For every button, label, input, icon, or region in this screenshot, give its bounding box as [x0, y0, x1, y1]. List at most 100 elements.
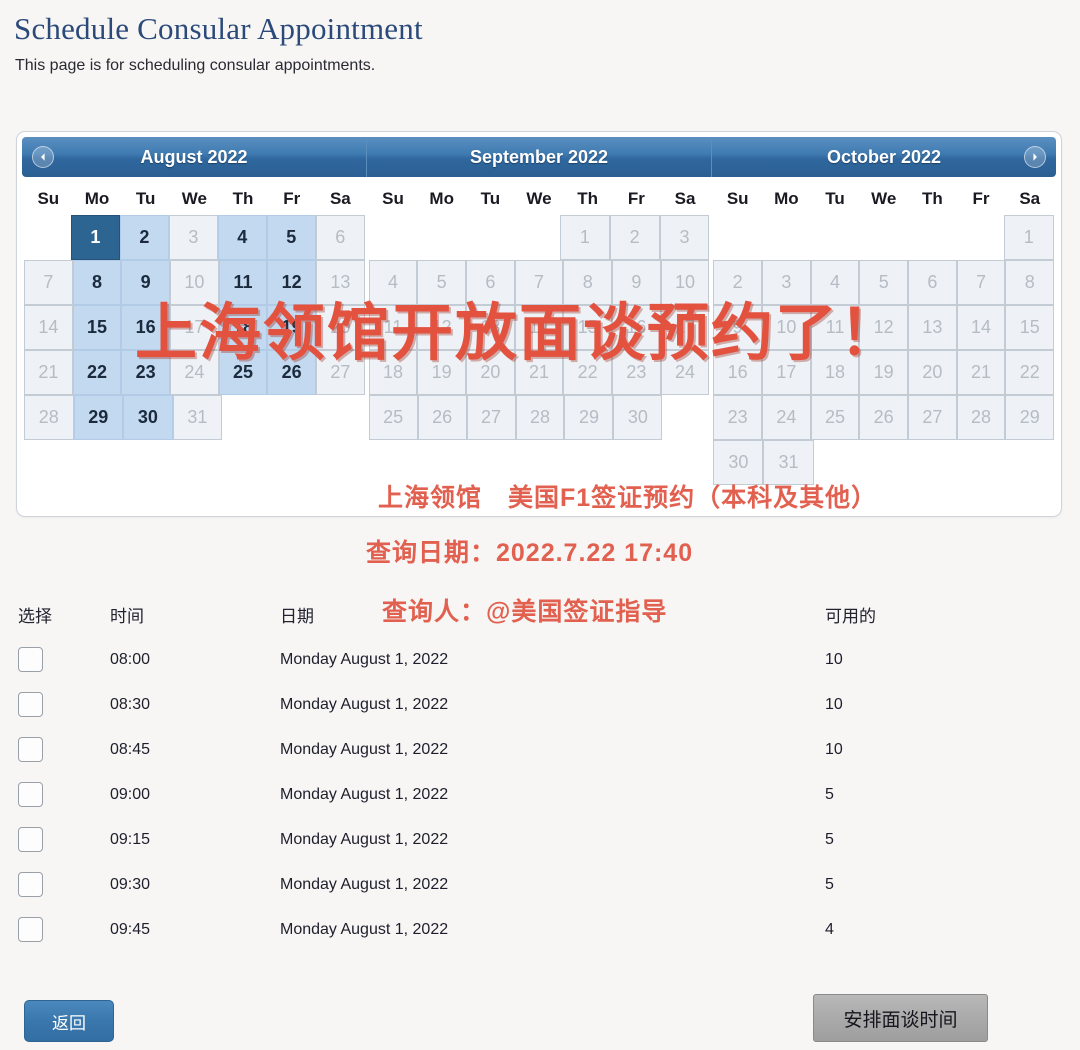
- slot-checkbox[interactable]: [18, 692, 43, 717]
- chevron-left-icon[interactable]: [32, 146, 54, 168]
- column-header-time: 时间: [110, 607, 144, 626]
- calendar-day-29: 29: [1005, 395, 1055, 440]
- calendar-day-8: 8: [1005, 260, 1055, 305]
- table-row[interactable]: 08:45 Monday August 1, 2022 10: [0, 727, 1000, 772]
- column-header-date: 日期: [280, 607, 314, 626]
- calendar-day-empty: [464, 215, 512, 260]
- calendar-header-bar: August 2022 September 2022 October 2022: [22, 137, 1056, 177]
- slot-checkbox[interactable]: [18, 737, 43, 762]
- month-header-october: October 2022: [712, 137, 1056, 177]
- calendar-day-empty: [762, 215, 810, 260]
- page-title: Schedule Consular Appointment: [14, 11, 423, 46]
- calendar-week-row: 23 24 25 26 27 28 29: [713, 395, 1055, 440]
- chevron-right-icon[interactable]: [1024, 146, 1046, 168]
- calendar-day-empty: [810, 215, 858, 260]
- slot-checkbox[interactable]: [18, 917, 43, 942]
- weekday-row: Su Mo Tu We Th Fr Sa: [369, 189, 710, 209]
- table-row[interactable]: 09:15 Monday August 1, 2022 5: [0, 817, 1000, 862]
- calendar-day-30[interactable]: 30: [123, 395, 173, 440]
- table-row[interactable]: 09:30 Monday August 1, 2022 5: [0, 862, 1000, 907]
- calendar-week-row: 1: [713, 215, 1054, 260]
- calendar-day-empty: [24, 215, 71, 260]
- month-title: September 2022: [469, 146, 609, 167]
- weekday-label-fr: Fr: [627, 189, 645, 208]
- calendar-day-20: 20: [908, 350, 957, 395]
- slot-time: 09:45: [110, 920, 151, 938]
- calendar-day-1[interactable]: 1: [70, 215, 120, 260]
- weekday-label-th: Th: [921, 189, 943, 208]
- slot-date: Monday August 1, 2022: [280, 785, 449, 803]
- month-header-september: September 2022: [367, 137, 712, 177]
- slot-checkbox[interactable]: [18, 872, 43, 897]
- schedule-interview-button[interactable]: 安排面谈时间: [813, 994, 988, 1042]
- calendar-day-empty: [222, 395, 270, 440]
- appointment-page: Schedule Consular Appointment This page …: [0, 0, 1080, 1050]
- weekday-label-sa: Sa: [674, 189, 696, 208]
- weekday-label-we: We: [871, 189, 897, 208]
- calendar-day-8[interactable]: 8: [72, 260, 122, 305]
- weekday-label-mo: Mo: [84, 189, 110, 208]
- calendar-day-empty: [512, 215, 560, 260]
- calendar-day-14: 14: [24, 305, 73, 350]
- calendar-day-2: 2: [609, 215, 660, 260]
- calendar-week-row: 123: [369, 215, 710, 260]
- calendar-day-3: 3: [168, 215, 218, 260]
- slot-select-cell: [0, 827, 110, 852]
- slot-checkbox[interactable]: [18, 647, 43, 672]
- calendar-day-25: 25: [368, 395, 418, 440]
- slot-available-count: 5: [825, 875, 834, 893]
- calendar-day-29: 29: [564, 395, 614, 440]
- slot-select-cell: [0, 917, 110, 942]
- calendar-day-1: 1: [1003, 215, 1054, 260]
- month-header-august: August 2022: [22, 137, 367, 177]
- table-row[interactable]: 09:45 Monday August 1, 2022 4: [0, 907, 1000, 952]
- month-title: August 2022: [140, 146, 248, 167]
- slot-checkbox[interactable]: [18, 782, 43, 807]
- calendar-day-29[interactable]: 29: [73, 395, 124, 440]
- calendar-day-empty: [955, 215, 1003, 260]
- slot-checkbox[interactable]: [18, 827, 43, 852]
- slot-available-count: 5: [825, 830, 834, 848]
- slot-time: 08:00: [110, 650, 151, 668]
- table-row[interactable]: 08:30 Monday August 1, 2022 10: [0, 682, 1000, 727]
- back-button[interactable]: 返回: [24, 1000, 114, 1042]
- calendar-day-1: 1: [559, 215, 610, 260]
- calendar-day-empty: [1006, 440, 1054, 485]
- calendar-day-23: 23: [713, 395, 763, 440]
- weekday-label-th: Th: [232, 189, 254, 208]
- calendar-day-21: 21: [956, 350, 1006, 395]
- weekday-label-su: Su: [37, 189, 60, 208]
- weekday-label-th: Th: [577, 189, 599, 208]
- table-row[interactable]: 09:00 Monday August 1, 2022 5: [0, 772, 1000, 817]
- calendar-day-empty: [416, 215, 464, 260]
- weekday-row: Su Mo Tu We Th Fr Sa: [24, 189, 365, 209]
- slot-available-count: 4: [825, 920, 834, 938]
- weekday-label-tu: Tu: [480, 189, 501, 208]
- calendar-day-22[interactable]: 22: [72, 350, 122, 395]
- calendar-day-27: 27: [466, 395, 516, 440]
- calendar-day-15[interactable]: 15: [72, 305, 122, 350]
- slot-time: 08:30: [110, 695, 151, 713]
- slot-date: Monday August 1, 2022: [280, 740, 449, 758]
- calendar-day-4[interactable]: 4: [217, 215, 267, 260]
- weekday-label-we: We: [526, 189, 552, 208]
- calendar-day-28: 28: [24, 395, 74, 440]
- calendar-day-14: 14: [956, 305, 1006, 350]
- calendar-day-31: 31: [172, 395, 223, 440]
- calendar-day-5[interactable]: 5: [266, 215, 316, 260]
- weekday-label-we: We: [181, 189, 207, 208]
- weekday-label-sa: Sa: [329, 189, 351, 208]
- weekday-label-su: Su: [726, 189, 749, 208]
- slot-date: Monday August 1, 2022: [280, 920, 449, 938]
- calendar-day-7: 7: [24, 260, 73, 305]
- weekday-label-su: Su: [382, 189, 404, 208]
- slot-time: 09:00: [110, 785, 151, 803]
- slot-date: Monday August 1, 2022: [280, 650, 449, 668]
- calendar-day-15: 15: [1005, 305, 1055, 350]
- weekday-row: Su Mo Tu We Th Fr Sa: [713, 189, 1054, 209]
- calendar-day-2[interactable]: 2: [119, 215, 169, 260]
- calendar-day-6: 6: [315, 215, 365, 260]
- calendar-day-27: 27: [908, 395, 957, 440]
- table-row[interactable]: 08:00 Monday August 1, 2022 10: [0, 637, 1000, 682]
- calendar-day-empty: [958, 440, 1006, 485]
